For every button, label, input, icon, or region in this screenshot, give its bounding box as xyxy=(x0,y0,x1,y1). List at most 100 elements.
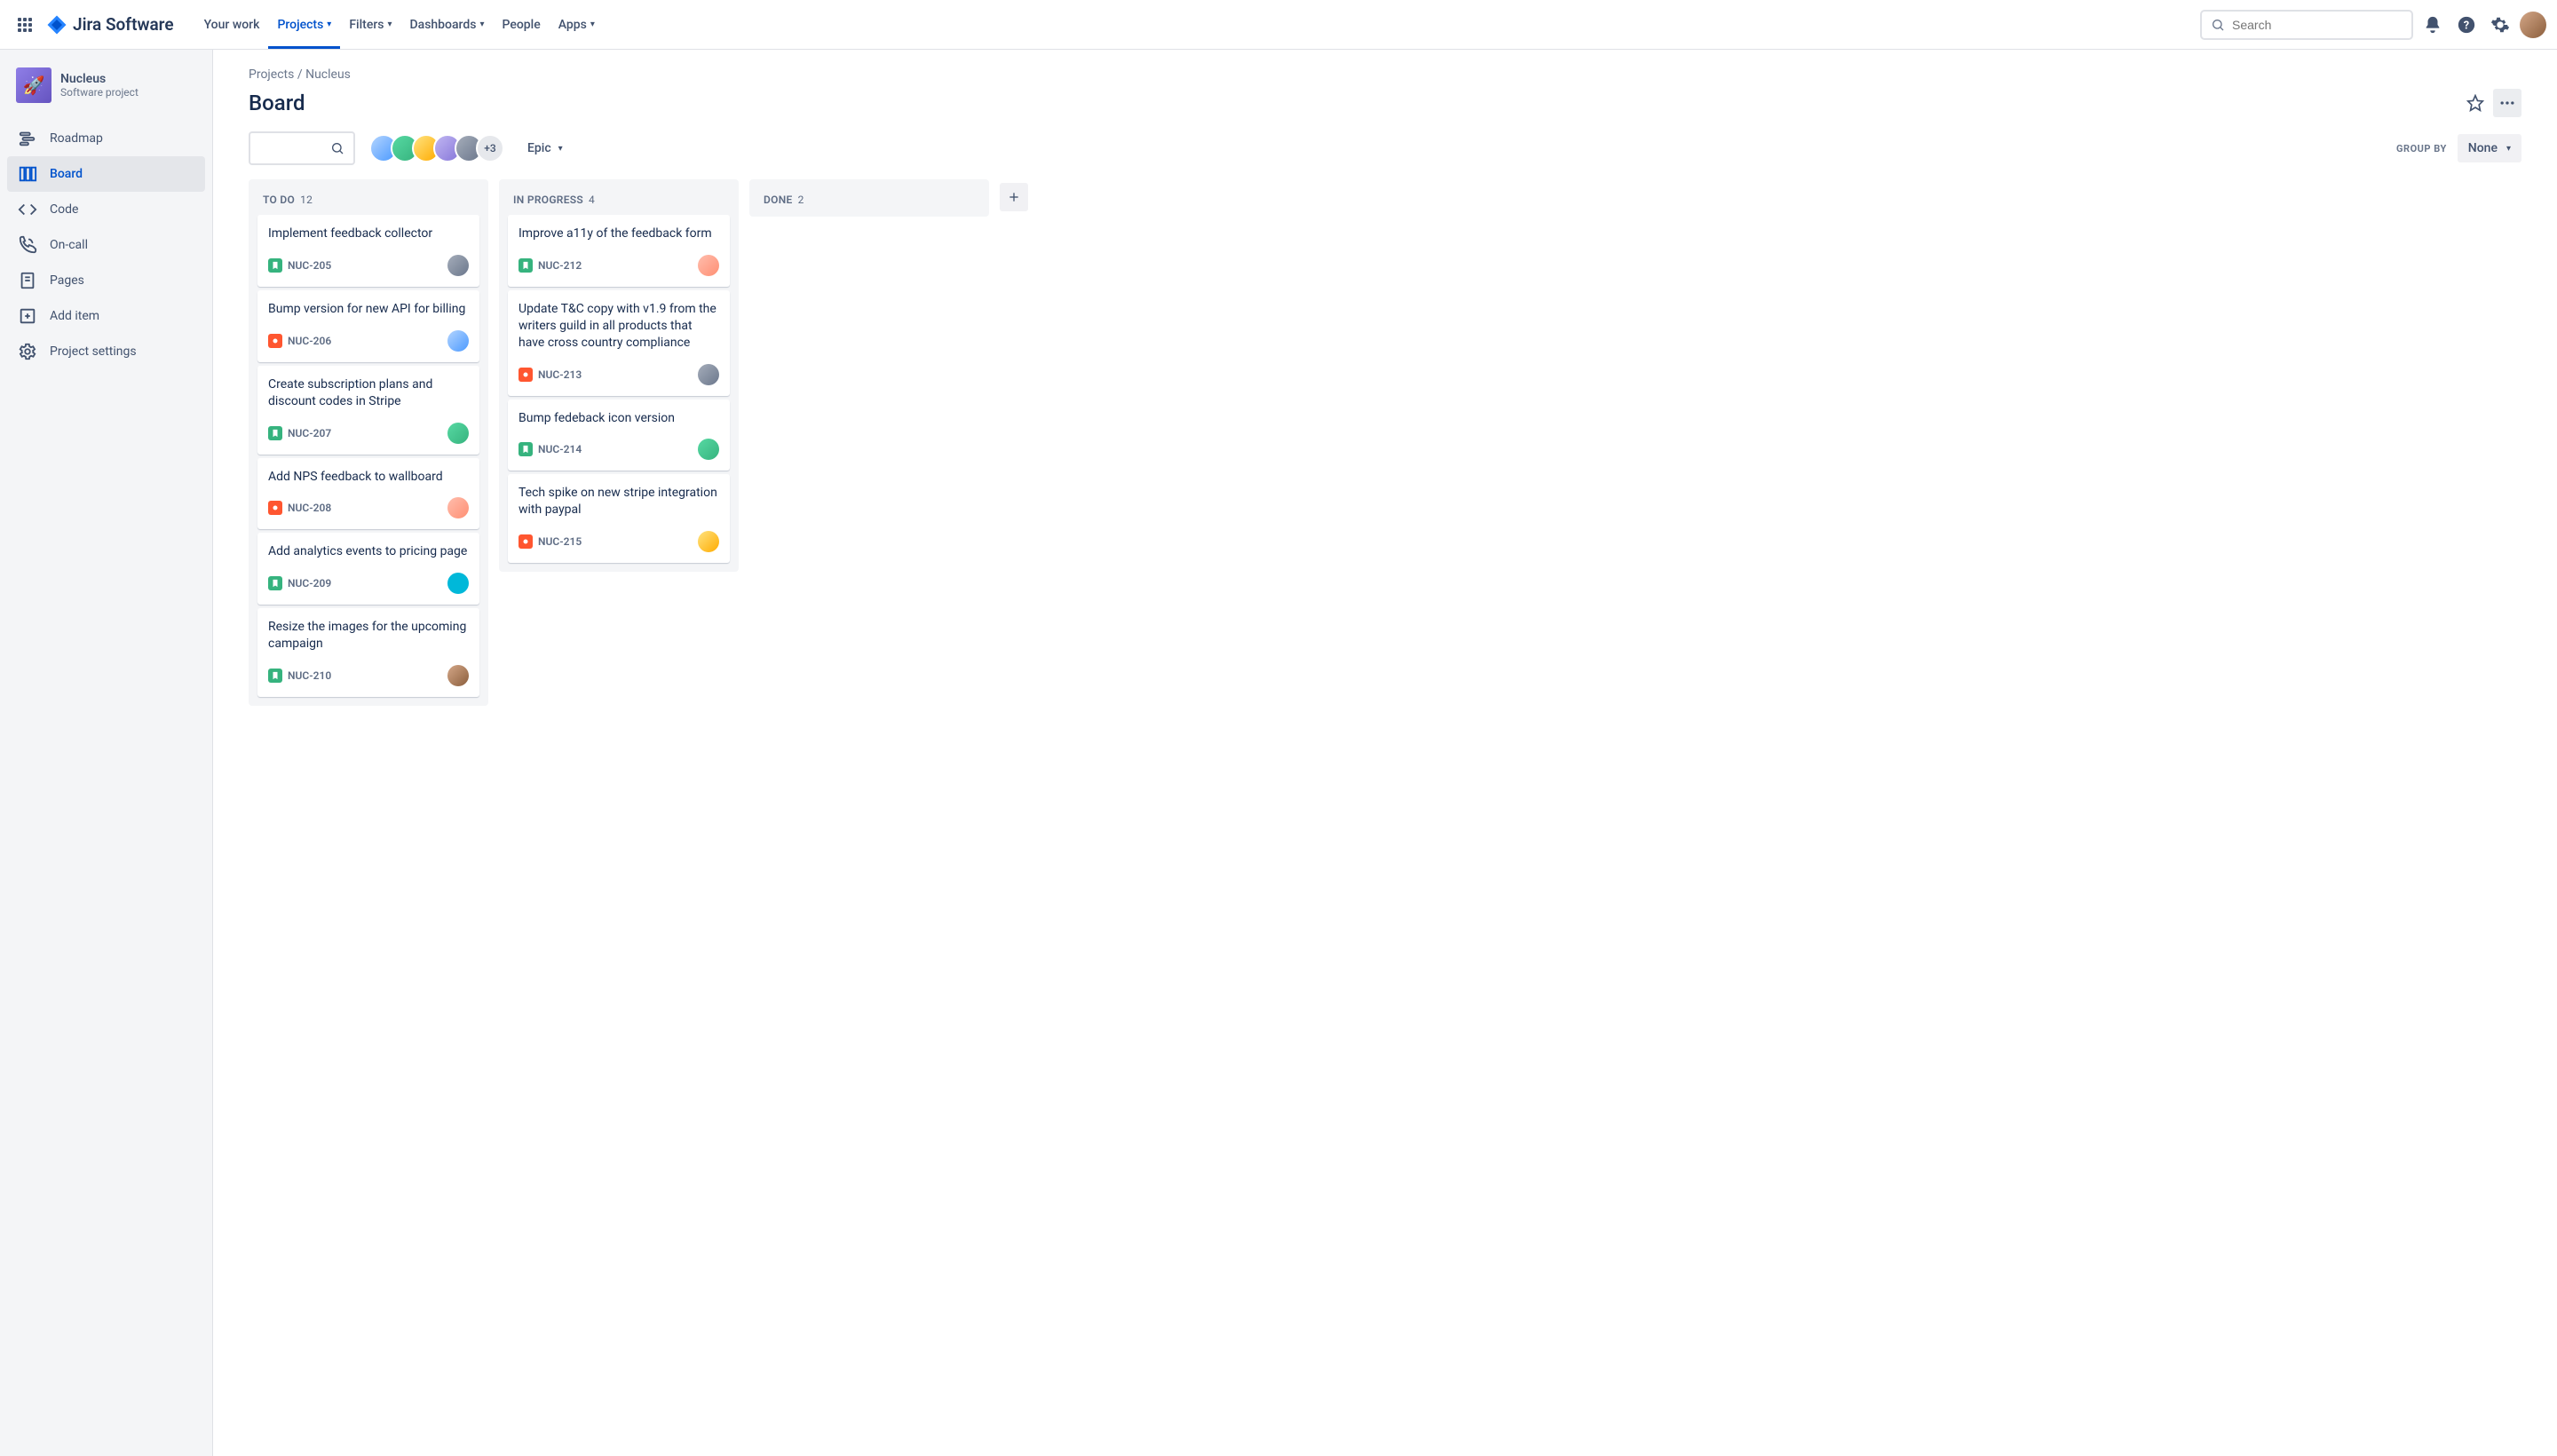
assignee-avatar[interactable] xyxy=(447,497,469,518)
plus-icon xyxy=(1007,190,1021,204)
card-footer: NUC-210 xyxy=(268,665,469,686)
assignee-avatar[interactable] xyxy=(447,573,469,594)
sidebar-label: Add item xyxy=(50,309,99,323)
help-button[interactable]: ? xyxy=(2452,11,2481,39)
add-column-button[interactable] xyxy=(1000,183,1028,211)
nav-apps[interactable]: Apps▾ xyxy=(550,0,604,49)
sidebar-label: Pages xyxy=(50,273,84,288)
chevron-down-icon: ▾ xyxy=(2506,144,2511,154)
project-type-label: Software project xyxy=(60,86,139,99)
card-title: Create subscription plans and discount c… xyxy=(268,376,469,410)
assignee-avatar[interactable] xyxy=(698,531,719,552)
issue-card[interactable]: Tech spike on new stripe integration wit… xyxy=(508,474,730,563)
nav-label: Projects xyxy=(277,18,323,32)
board-search-box[interactable] xyxy=(249,131,355,165)
chevron-down-icon: ▾ xyxy=(327,20,331,29)
page-actions xyxy=(2461,89,2521,117)
group-by-dropdown[interactable]: None ▾ xyxy=(2458,134,2521,162)
notifications-button[interactable] xyxy=(2418,11,2447,39)
project-header[interactable]: 🚀 Nucleus Software project xyxy=(7,67,205,121)
nav-dashboards[interactable]: Dashboards▾ xyxy=(401,0,494,49)
epic-filter-dropdown[interactable]: Epic ▾ xyxy=(519,134,572,162)
profile-avatar[interactable] xyxy=(2520,12,2546,38)
issue-card[interactable]: Bump fedeback icon versionNUC-214 xyxy=(508,400,730,471)
card-footer: NUC-215 xyxy=(519,531,719,552)
settings-button[interactable] xyxy=(2486,11,2514,39)
card-title: Add analytics events to pricing page xyxy=(268,543,469,560)
project-icon: 🚀 xyxy=(16,67,51,103)
issue-card[interactable]: Resize the images for the upcoming campa… xyxy=(257,608,479,697)
bug-type-icon xyxy=(268,501,282,515)
add-icon xyxy=(18,306,37,326)
issue-card[interactable]: Update T&C copy with v1.9 from the write… xyxy=(508,290,730,396)
board-columns: TO DO12 Implement feedback collectorNUC-2… xyxy=(249,179,2521,706)
nav-filters[interactable]: Filters▾ xyxy=(340,0,400,49)
breadcrumb-parent[interactable]: Projects xyxy=(249,67,294,82)
workspace-layout: 🚀 Nucleus Software project Roadmap Board… xyxy=(0,50,2557,1456)
sidebar-item-settings[interactable]: Project settings xyxy=(7,334,205,369)
star-button[interactable] xyxy=(2461,89,2490,117)
bell-icon xyxy=(2423,15,2442,35)
column-count: 4 xyxy=(589,194,595,206)
sidebar-item-add[interactable]: Add item xyxy=(7,298,205,334)
breadcrumb-current[interactable]: Nucleus xyxy=(305,67,351,82)
sidebar-item-board[interactable]: Board xyxy=(7,156,205,192)
issue-key: NUC-215 xyxy=(538,535,582,548)
column-header[interactable]: DONE2 xyxy=(755,186,984,211)
product-logo[interactable]: Jira Software xyxy=(43,14,178,36)
issue-key: NUC-205 xyxy=(288,259,331,272)
assignee-avatar[interactable] xyxy=(447,255,469,276)
issue-card[interactable]: Implement feedback collectorNUC-205 xyxy=(257,215,479,287)
nav-projects[interactable]: Projects ▾ xyxy=(268,0,340,49)
app-switcher-button[interactable] xyxy=(11,11,39,39)
card-title: Bump version for new API for billing xyxy=(268,301,469,318)
issue-card[interactable]: Improve a11y of the feedback formNUC-212 xyxy=(508,215,730,287)
card-title: Improve a11y of the feedback form xyxy=(519,226,719,242)
assignee-avatar[interactable] xyxy=(447,423,469,444)
group-by-label: GROUP BY xyxy=(2396,143,2447,154)
assignee-avatar[interactable] xyxy=(698,364,719,385)
nav-your-work[interactable]: Your work xyxy=(195,0,269,49)
card-meta: NUC-209 xyxy=(268,576,331,590)
sidebar-label: Project settings xyxy=(50,344,137,359)
jira-logo-icon xyxy=(46,14,67,36)
card-meta: NUC-207 xyxy=(268,426,331,440)
assignee-avatar[interactable] xyxy=(698,439,719,460)
gear-icon xyxy=(2490,15,2510,35)
nav-label: Your work xyxy=(204,18,260,32)
top-navigation: Jira Software Your work Projects ▾ Filter… xyxy=(0,0,2557,50)
search-icon xyxy=(2211,18,2225,32)
column-header[interactable]: IN PROGRESS 4 xyxy=(504,186,733,211)
bug-type-icon xyxy=(268,334,282,348)
sidebar-item-oncall[interactable]: On-call xyxy=(7,227,205,263)
assignee-avatar[interactable] xyxy=(698,255,719,276)
issue-card[interactable]: Add NPS feedback to wallboardNUC-208 xyxy=(257,458,479,530)
nav-label: Dashboards xyxy=(410,18,477,32)
breadcrumb-sep: / xyxy=(297,67,303,82)
assignee-avatar[interactable] xyxy=(447,330,469,352)
column-header[interactable]: TO DO12 xyxy=(254,186,483,211)
sidebar-item-pages[interactable]: Pages xyxy=(7,263,205,298)
sidebar-item-roadmap[interactable]: Roadmap xyxy=(7,121,205,156)
card-footer: NUC-205 xyxy=(268,255,469,276)
board-column: DONE2 xyxy=(749,179,989,217)
column-count: 2 xyxy=(798,194,804,206)
issue-card[interactable]: Bump version for new API for billingNUC-… xyxy=(257,290,479,362)
sidebar-label: Board xyxy=(50,167,83,181)
issue-card[interactable]: Create subscription plans and discount c… xyxy=(257,366,479,455)
card-title: Tech spike on new stripe integration wit… xyxy=(519,485,719,518)
nav-label: Filters xyxy=(349,18,384,32)
search-input[interactable] xyxy=(2232,18,2403,32)
global-search[interactable] xyxy=(2200,10,2413,40)
nav-people[interactable]: People xyxy=(494,0,550,49)
issue-card[interactable]: Add analytics events to pricing page NUC-… xyxy=(257,533,479,605)
nav-label: Apps xyxy=(558,18,587,32)
column-title: IN PROGRESS xyxy=(513,194,583,206)
sidebar-item-code[interactable]: Code xyxy=(7,192,205,227)
assignee-avatar[interactable] xyxy=(447,665,469,686)
star-icon xyxy=(2466,94,2484,112)
column-count: 12 xyxy=(300,194,313,206)
project-name: Nucleus xyxy=(60,72,139,86)
assignee-overflow[interactable]: +3 xyxy=(476,134,504,162)
more-actions-button[interactable] xyxy=(2493,89,2521,117)
